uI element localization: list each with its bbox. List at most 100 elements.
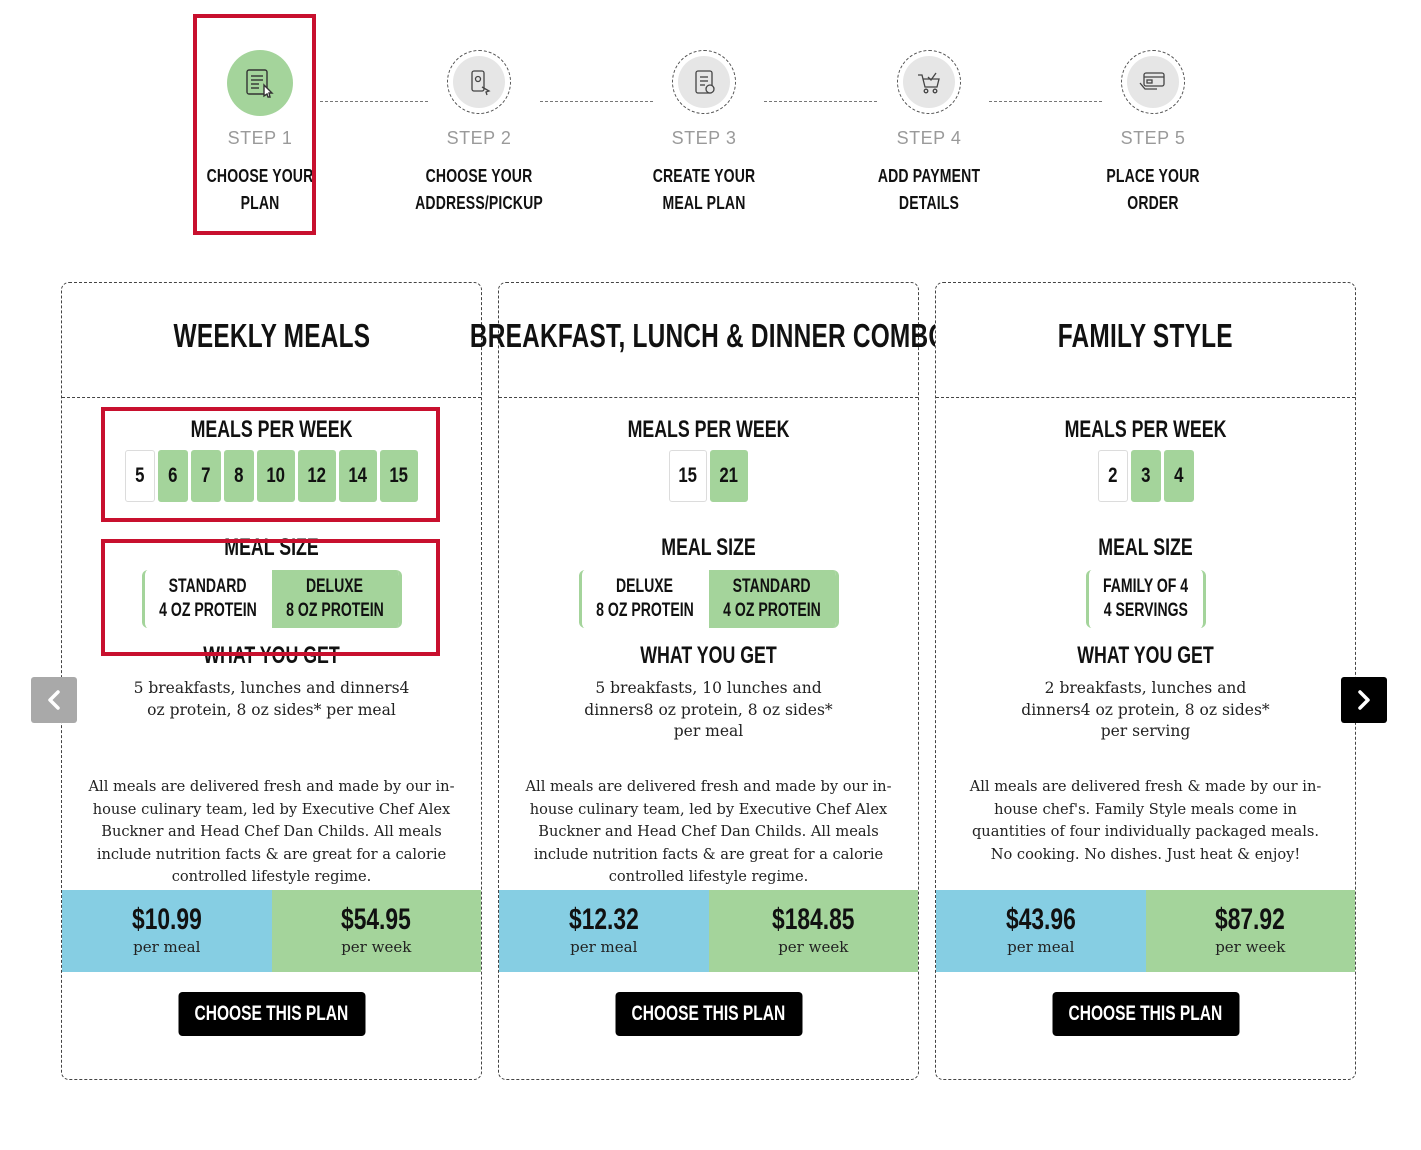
step-title: ADD PAYMENT DETAILS bbox=[877, 166, 981, 213]
price-per-meal-box: $12.32 per meal bbox=[499, 890, 709, 972]
plan-description: All meals are delivered fresh and made b… bbox=[88, 778, 455, 885]
credit-card-hand-icon bbox=[1127, 56, 1179, 108]
checkout-stepper: STEP 1 CHOOSE YOUR PLAN STEP 2 CHOOSE YO… bbox=[0, 0, 1421, 250]
price-row: $43.96 per meal $87.92 per week bbox=[936, 890, 1355, 972]
meals-per-week-label: MEALS PER WEEK bbox=[1064, 416, 1227, 443]
meal-size-options: FAMILY OF 44 SERVINGS bbox=[936, 570, 1355, 628]
price-per-meal: $12.32 bbox=[568, 903, 639, 936]
step-number: STEP 2 bbox=[446, 128, 512, 148]
meal-size-toggle: STANDARD 4 OZ PROTEIN DELUXE 8 OZ PROTEIN bbox=[141, 570, 402, 628]
plan-card-combo: BREAKFAST, LUNCH & DINNER COMBO MEALS PE… bbox=[470, 282, 947, 1080]
plan-card-header: WEEKLY MEALS bbox=[62, 283, 481, 398]
step-create-meal-plan[interactable]: STEP 3 CREATE YOUR MEAL PLAN bbox=[614, 40, 794, 217]
choose-plan-button[interactable]: CHOOSE THIS PLAN bbox=[1052, 992, 1239, 1036]
price-per-meal-box: $10.99 per meal bbox=[62, 890, 272, 972]
plan-title: BREAKFAST, LUNCH & DINNER COMBO bbox=[469, 317, 948, 354]
meal-checklist-icon bbox=[678, 56, 730, 108]
meals-per-week-options: 5 6 7 8 10 12 14 15 bbox=[62, 450, 481, 502]
meal-size-option-standard[interactable]: STANDARD 4 OZ PROTEIN bbox=[708, 570, 836, 628]
meal-count-option[interactable]: 2 bbox=[1097, 450, 1128, 502]
meal-size-option-deluxe[interactable]: DELUXE 8 OZ PROTEIN bbox=[581, 570, 709, 628]
phone-location-icon bbox=[453, 56, 505, 108]
step-place-order[interactable]: STEP 5 PLACE YOUR ORDER bbox=[1063, 40, 1243, 217]
meal-size-option-family[interactable]: FAMILY OF 44 SERVINGS bbox=[1088, 570, 1203, 628]
meals-per-week-label: MEALS PER WEEK bbox=[627, 416, 790, 443]
choose-plan-button[interactable]: CHOOSE THIS PLAN bbox=[178, 992, 365, 1036]
meal-count-option[interactable]: 7 bbox=[191, 450, 221, 502]
meals-per-week-label: MEALS PER WEEK bbox=[190, 416, 353, 443]
meal-count-option[interactable]: 12 bbox=[298, 450, 336, 502]
meals-per-week-options: 2 3 4 bbox=[936, 450, 1355, 502]
plan-card-header: BREAKFAST, LUNCH & DINNER COMBO bbox=[470, 283, 947, 398]
step-circle bbox=[672, 50, 736, 114]
active-step-highlight bbox=[193, 14, 316, 235]
price-per-week-unit: per week bbox=[1215, 938, 1286, 956]
price-per-week: $87.92 bbox=[1215, 903, 1286, 936]
meal-count-option[interactable]: 5 bbox=[125, 450, 155, 502]
meal-size-label: MEAL SIZE bbox=[224, 534, 319, 561]
price-per-week-box: $184.85 per week bbox=[708, 890, 918, 972]
price-row: $12.32 per meal $184.85 per week bbox=[499, 890, 918, 972]
meal-count-option[interactable]: 15 bbox=[380, 450, 418, 502]
plan-title: WEEKLY MEALS bbox=[173, 317, 370, 354]
chevron-left-icon bbox=[48, 690, 60, 710]
step-circle bbox=[897, 50, 961, 114]
plan-card-header: FAMILY STYLE bbox=[936, 283, 1355, 398]
step-circle bbox=[447, 50, 511, 114]
step-choose-address[interactable]: STEP 2 CHOOSE YOUR ADDRESS/PICKUP bbox=[389, 40, 569, 217]
meal-size-toggle: FAMILY OF 44 SERVINGS bbox=[1085, 570, 1206, 628]
cart-payment-icon bbox=[903, 56, 955, 108]
chevron-right-icon bbox=[1358, 690, 1370, 710]
step-number: STEP 5 bbox=[1120, 128, 1186, 148]
price-per-week-unit: per week bbox=[778, 938, 849, 956]
meal-count-option[interactable]: 14 bbox=[339, 450, 377, 502]
meal-count-option[interactable]: 3 bbox=[1130, 450, 1161, 502]
what-you-get-label: WHAT YOU GET bbox=[1077, 642, 1214, 669]
step-title: CREATE YOUR MEAL PLAN bbox=[652, 166, 756, 213]
meal-size-options: STANDARD 4 OZ PROTEIN DELUXE 8 OZ PROTEIN bbox=[62, 570, 481, 628]
price-per-week-box: $54.95 per week bbox=[271, 890, 481, 972]
what-you-get-text: 5 breakfasts, 10 lunches and dinners8 oz… bbox=[584, 679, 833, 740]
price-per-meal-unit: per meal bbox=[570, 938, 638, 956]
price-per-meal: $10.99 bbox=[131, 903, 202, 936]
meal-count-option[interactable]: 10 bbox=[257, 450, 295, 502]
meal-size-option-deluxe[interactable]: DELUXE 8 OZ PROTEIN bbox=[271, 570, 399, 628]
step-circle bbox=[1121, 50, 1185, 114]
price-per-week: $184.85 bbox=[772, 903, 855, 936]
meal-count-option[interactable]: 6 bbox=[158, 450, 188, 502]
what-you-get-label: WHAT YOU GET bbox=[203, 642, 340, 669]
step-number: STEP 3 bbox=[671, 128, 737, 148]
plan-description: All meals are delivered fresh and made b… bbox=[525, 778, 892, 885]
what-you-get-text: 2 breakfasts, lunches and dinners4 oz pr… bbox=[1021, 679, 1270, 740]
price-row: $10.99 per meal $54.95 per week bbox=[62, 890, 481, 972]
meal-size-label: MEAL SIZE bbox=[1098, 534, 1193, 561]
meal-size-label: MEAL SIZE bbox=[661, 534, 756, 561]
step-number: STEP 4 bbox=[896, 128, 962, 148]
plan-title: FAMILY STYLE bbox=[1057, 317, 1234, 354]
price-per-week-box: $87.92 per week bbox=[1145, 890, 1355, 972]
meal-size-options: DELUXE 8 OZ PROTEIN STANDARD 4 OZ PROTEIN bbox=[499, 570, 918, 628]
price-per-meal-unit: per meal bbox=[1007, 938, 1075, 956]
meal-size-option-standard[interactable]: STANDARD 4 OZ PROTEIN bbox=[144, 570, 272, 628]
step-add-payment[interactable]: STEP 4 ADD PAYMENT DETAILS bbox=[839, 40, 1019, 217]
price-per-meal-box: $43.96 per meal bbox=[936, 890, 1146, 972]
meals-per-week-options: 15 21 bbox=[499, 450, 918, 502]
meal-count-option[interactable]: 15 bbox=[669, 450, 707, 502]
meal-count-option[interactable]: 4 bbox=[1163, 450, 1194, 502]
plan-card-family-style: FAMILY STYLE MEALS PER WEEK 2 3 4 MEAL S… bbox=[935, 282, 1356, 1080]
carousel-prev-button[interactable] bbox=[31, 677, 77, 723]
meal-size-toggle: DELUXE 8 OZ PROTEIN STANDARD 4 OZ PROTEIN bbox=[578, 570, 839, 628]
price-per-meal-unit: per meal bbox=[133, 938, 201, 956]
what-you-get-text: 5 breakfasts, lunches and dinners4 oz pr… bbox=[133, 679, 410, 719]
step-title: PLACE YOUR ORDER bbox=[1106, 166, 1200, 213]
meal-count-option[interactable]: 21 bbox=[710, 450, 748, 502]
price-per-week: $54.95 bbox=[341, 903, 412, 936]
step-title: CHOOSE YOUR ADDRESS/PICKUP bbox=[415, 166, 543, 213]
what-you-get-label: WHAT YOU GET bbox=[640, 642, 777, 669]
choose-plan-button[interactable]: CHOOSE THIS PLAN bbox=[615, 992, 802, 1036]
plan-card-weekly-meals: WEEKLY MEALS MEALS PER WEEK 5 6 7 8 10 1… bbox=[61, 282, 482, 1080]
price-per-week-unit: per week bbox=[341, 938, 412, 956]
carousel-next-button[interactable] bbox=[1341, 677, 1387, 723]
plan-description: All meals are delivered fresh & made by … bbox=[969, 778, 1322, 863]
meal-count-option[interactable]: 8 bbox=[224, 450, 254, 502]
